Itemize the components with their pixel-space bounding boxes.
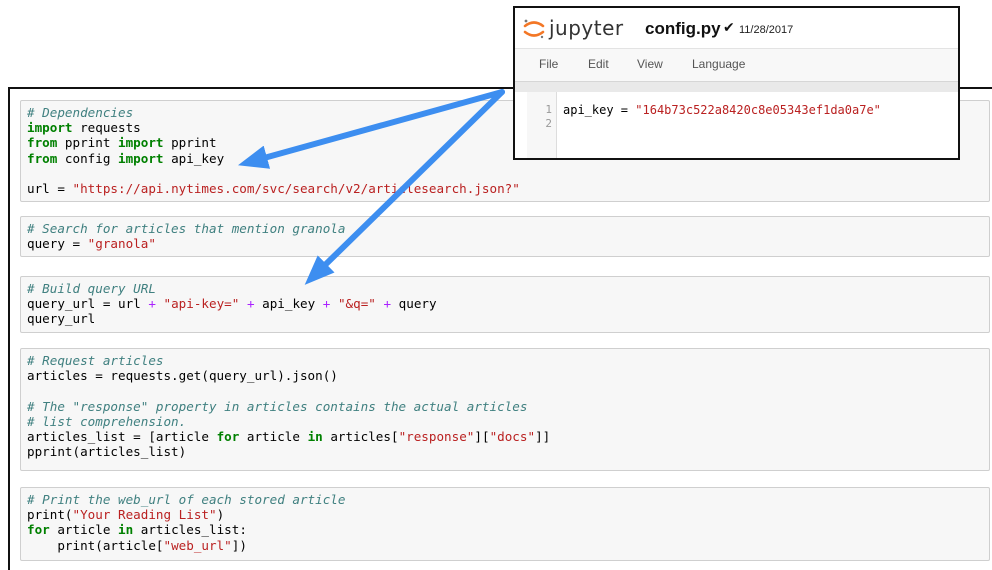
code-line: # Request articles <box>27 353 164 368</box>
line-number-gutter: 1 2 <box>527 92 557 158</box>
code-line: articles_list = [article for article in … <box>27 428 551 444</box>
menu-edit[interactable]: Edit <box>588 57 609 71</box>
code-line: pprint(articles_list) <box>27 444 187 460</box>
text-editor[interactable]: 1 2 api_key = "164b73c522a8420c8e05343ef… <box>515 92 958 158</box>
code-line: query = "granola" <box>27 236 156 252</box>
saved-check-icon: ✔ <box>723 20 735 36</box>
menu-bar: File Edit View Language <box>515 48 958 82</box>
toolbar-divider <box>515 82 958 92</box>
jupyter-logo-icon[interactable] <box>523 18 545 40</box>
code-line: # Build query URL <box>27 281 156 296</box>
last-saved-date: 11/28/2017 <box>739 24 794 36</box>
code-line: for article in articles_list: <box>27 522 247 538</box>
code-cell-print[interactable]: # Print the web_url of each stored artic… <box>20 487 990 561</box>
code-line: # list comprehension. <box>27 413 187 429</box>
config-code[interactable]: api_key = "164b73c522a8420c8e05343ef1da0… <box>563 103 881 117</box>
code-cell-build-url[interactable]: # Build query URL query_url = url + "api… <box>20 276 990 333</box>
code-cell-request[interactable]: # Request articles articles = requests.g… <box>20 348 990 471</box>
code-line: print("Your Reading List") <box>27 507 225 523</box>
jupyter-header: jupyter config.py ✔ 11/28/2017 <box>515 8 958 48</box>
code-line: query_url <box>27 311 96 327</box>
menu-file[interactable]: File <box>539 57 558 71</box>
code-line: query_url = url + "api-key=" + api_key +… <box>27 296 437 312</box>
code-cell-search[interactable]: # Search for articles that mention grano… <box>20 216 990 257</box>
file-name[interactable]: config.py <box>645 19 721 39</box>
menu-view[interactable]: View <box>637 57 663 71</box>
code-line: url = "https://api.nytimes.com/svc/searc… <box>27 180 520 196</box>
code-line: print(article["web_url"]) <box>27 537 247 553</box>
code-line: articles = requests.get(query_url).json(… <box>27 368 338 384</box>
line-number: 1 <box>545 103 552 116</box>
code-line: # The "response" property in articles co… <box>27 398 528 414</box>
code-line: # Print the web_url of each stored artic… <box>27 492 346 507</box>
code-line: # Search for articles that mention grano… <box>27 221 346 236</box>
menu-language[interactable]: Language <box>692 57 745 71</box>
line-number: 2 <box>545 117 552 130</box>
jupyter-brand[interactable]: jupyter <box>549 16 624 40</box>
jupyter-config-window: jupyter config.py ✔ 11/28/2017 File Edit… <box>513 6 960 160</box>
